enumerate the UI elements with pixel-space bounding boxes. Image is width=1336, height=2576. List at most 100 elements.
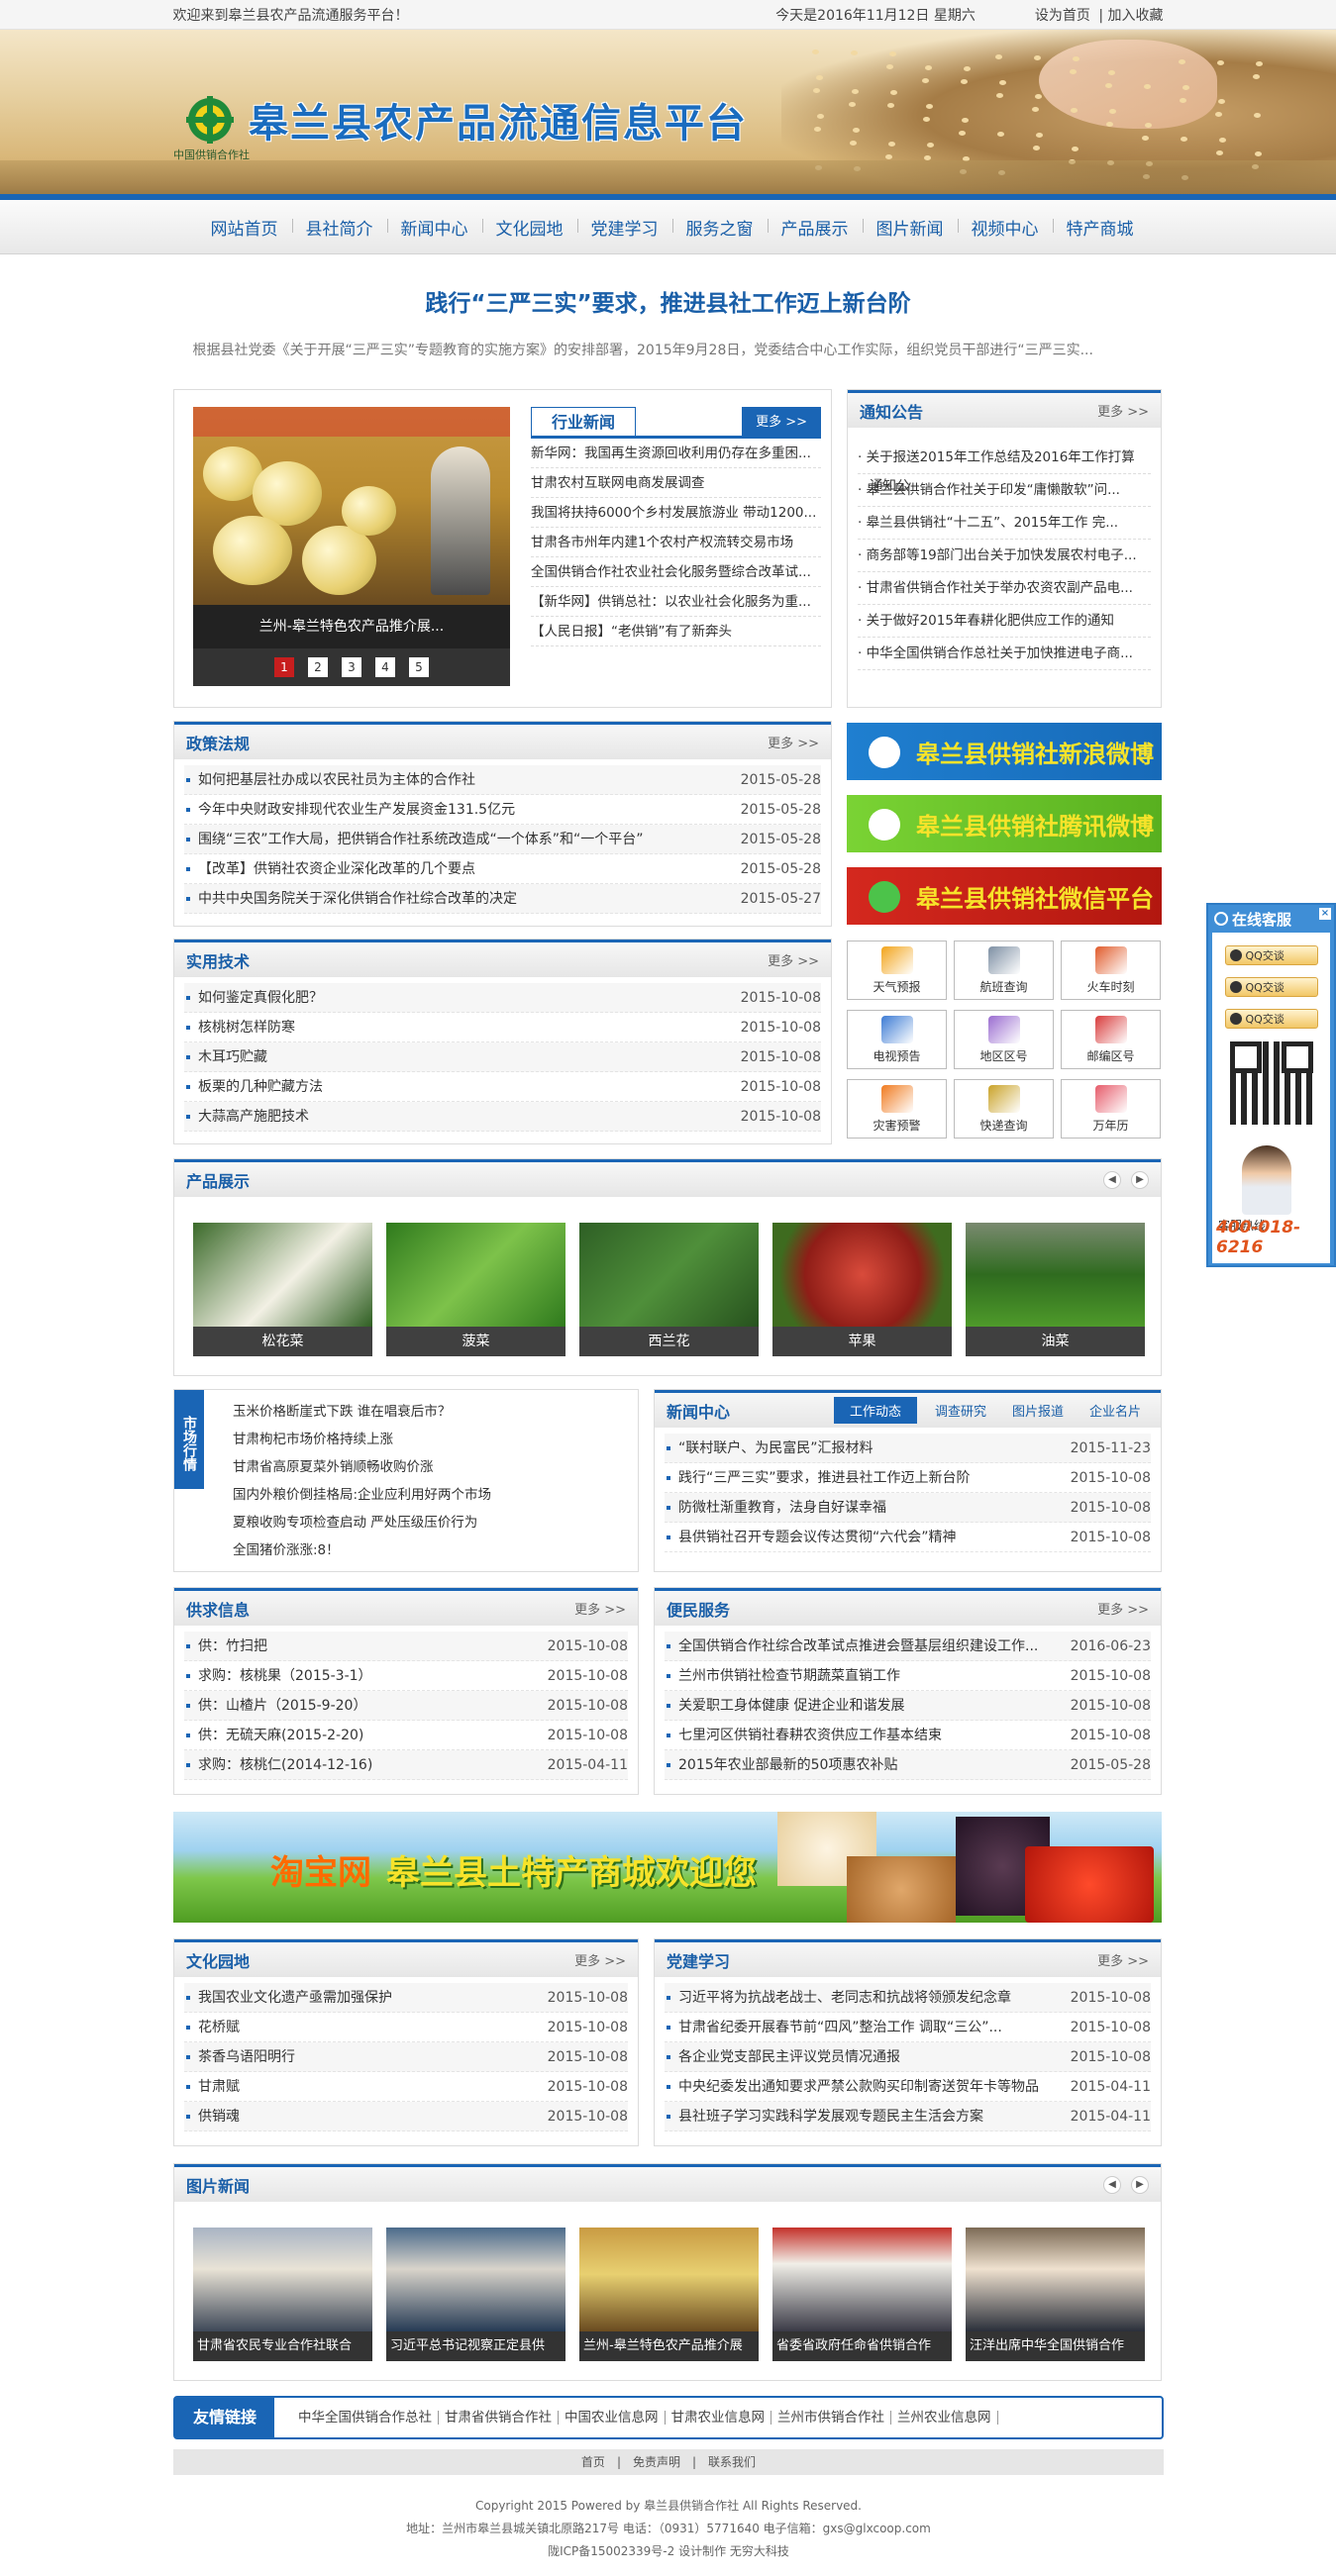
tool-6[interactable]: 灾害预警 [847, 1079, 947, 1139]
close-icon[interactable]: × [1319, 908, 1331, 920]
list-item[interactable]: 今年中央财政安排现代农业生产发展资金131.5亿元 2015-05-28 [184, 795, 821, 825]
culture-more[interactable]: 更多 >> [574, 1950, 626, 1969]
list-item[interactable]: 茶香乌语阳明行 2015-10-08 [184, 2042, 628, 2072]
list-item[interactable]: 全国供销合作社综合改革试点推进会暨基层组织建设工作... 2016-06-23 [665, 1632, 1151, 1661]
industry-news-item[interactable]: 【人民日报】“老供销”有了新奔头 [531, 617, 821, 646]
product-image[interactable] [966, 1223, 1145, 1327]
industry-news-more[interactable]: 更多 >> [742, 407, 821, 436]
news-center-tab-1[interactable]: 调查研究 [927, 1401, 994, 1420]
policy-more[interactable]: 更多 >> [768, 733, 819, 751]
product-image[interactable] [386, 1223, 565, 1327]
product-item[interactable]: 菠菜 [386, 1223, 565, 1356]
photo-next-icon[interactable]: ▶ [1131, 2175, 1149, 2194]
list-item[interactable]: 践行“三严三实”要求，推进县社工作迈上新台阶 2015-10-08 [665, 1463, 1151, 1493]
product-item[interactable]: 油菜 [966, 1223, 1145, 1356]
list-item[interactable]: 供：竹扫把 2015-10-08 [184, 1632, 628, 1661]
notice-item[interactable]: · 关于报送2015年工作总结及2016年工作打算 [858, 442, 1151, 474]
photo-news-image[interactable] [772, 2228, 952, 2331]
product-item[interactable]: 西兰花 [579, 1223, 759, 1356]
add-favorite-link[interactable]: 加入收藏 [1108, 8, 1164, 24]
photo-news-item[interactable]: 习近平总书记视察正定县供 [386, 2228, 565, 2361]
tencent-weibo-banner[interactable]: 皋兰县供销社腾讯微博 [847, 795, 1162, 852]
footer-link[interactable]: 联系我们 [702, 2455, 762, 2469]
list-item[interactable]: 【改革】供销社农资企业深化改革的几个要点 2015-05-28 [184, 854, 821, 884]
list-item[interactable]: “联村联户、为民富民”汇报材料 2015-11-23 [665, 1434, 1151, 1463]
nav-item-4[interactable]: 党建学习 [576, 215, 672, 240]
tool-1[interactable]: 航班查询 [954, 941, 1054, 1000]
list-item[interactable]: 甘肃赋 2015-10-08 [184, 2072, 628, 2102]
notice-item[interactable]: · 皋兰县供销社“十二五”、2015年工作 完... [858, 507, 1151, 540]
tool-3[interactable]: 电视预告 [847, 1010, 947, 1069]
market-item[interactable]: 夏粮收购专项检查启动 严处压级压价行为 [219, 1509, 628, 1536]
service-more[interactable]: 更多 >> [1097, 1599, 1149, 1618]
photo-prev-icon[interactable]: ◀ [1103, 2175, 1121, 2194]
slideshow[interactable]: 兰州-皋兰特色农产品推介展... 12345 [193, 407, 510, 686]
party-more[interactable]: 更多 >> [1097, 1950, 1149, 1969]
wechat-banner[interactable]: 皋兰县供销社微信平台 [847, 867, 1162, 925]
qq-chat-button[interactable]: QQ交谈 [1212, 1006, 1330, 1032]
nav-item-6[interactable]: 产品展示 [767, 215, 863, 240]
nav-item-0[interactable]: 网站首页 [197, 215, 292, 240]
list-item[interactable]: 中央纪委发出通知要求严禁公款购买印制寄送贺年卡等物品 2015-04-11 [665, 2072, 1151, 2102]
nav-item-8[interactable]: 视频中心 [957, 215, 1053, 240]
slideshow-image[interactable] [193, 407, 510, 605]
nav-item-9[interactable]: 特产商城 [1052, 215, 1148, 240]
tool-7[interactable]: 快递查询 [954, 1079, 1054, 1139]
news-center-tab-0[interactable]: 工作动态 [833, 1397, 917, 1424]
list-item[interactable]: 木耳巧贮藏 2015-10-08 [184, 1042, 821, 1072]
photo-news-item[interactable]: 汪洋出席中华全国供销合作 [966, 2228, 1145, 2361]
industry-news-item[interactable]: 全国供销合作社农业社会化服务暨综合改革试... [531, 557, 821, 587]
list-item[interactable]: 关爱职工身体健康 促进企业和谐发展 2015-10-08 [665, 1691, 1151, 1721]
tool-4[interactable]: 地区区号 [954, 1010, 1054, 1069]
list-item[interactable]: 如何鉴定真假化肥？ 2015-10-08 [184, 983, 821, 1013]
product-prev-icon[interactable]: ◀ [1103, 1170, 1121, 1189]
list-item[interactable]: 核桃树怎样防寒 2015-10-08 [184, 1013, 821, 1042]
headline-title[interactable]: 践行“三严三实”要求，推进县社工作迈上新台阶 [173, 284, 1164, 318]
slide-page-5[interactable]: 5 [409, 657, 429, 677]
market-item[interactable]: 甘肃省高原夏菜外销顺畅收购价涨 [219, 1453, 628, 1481]
slide-page-4[interactable]: 4 [375, 657, 395, 677]
market-item[interactable]: 甘肃枸杞市场价格持续上涨 [219, 1426, 628, 1453]
site-logo[interactable]: 皋兰县农产品流通信息平台 [183, 91, 748, 149]
footer-link[interactable]: 首页 [575, 2455, 611, 2469]
list-item[interactable]: 甘肃省纪委开展春节前“四风”整治工作 调取“三公”... 2015-10-08 [665, 2013, 1151, 2042]
tool-8[interactable]: 万年历 [1061, 1079, 1161, 1139]
product-image[interactable] [579, 1223, 759, 1327]
product-image[interactable] [193, 1223, 372, 1327]
product-item[interactable]: 松花菜 [193, 1223, 372, 1356]
notice-more[interactable]: 更多 >> [1097, 401, 1149, 420]
industry-news-tab[interactable]: 行业新闻 [531, 407, 636, 436]
tool-5[interactable]: 邮编区号 [1061, 1010, 1161, 1069]
photo-news-image[interactable] [579, 2228, 759, 2331]
list-item[interactable]: 大蒜高产施肥技术 2015-10-08 [184, 1102, 821, 1132]
notice-item[interactable]: · 关于做好2015年春耕化肥供应工作的通知 [858, 605, 1151, 638]
list-item[interactable]: 求购：核桃果（2015-3-1） 2015-10-08 [184, 1661, 628, 1691]
photo-news-item[interactable]: 兰州-皋兰特色农产品推介展 [579, 2228, 759, 2361]
list-item[interactable]: 七里河区供销社春耕农资供应工作基本结束 2015-10-08 [665, 1721, 1151, 1750]
list-item[interactable]: 如何把基层社办成以农民社员为主体的合作社 2015-05-28 [184, 765, 821, 795]
supply-more[interactable]: 更多 >> [574, 1599, 626, 1618]
set-home-link[interactable]: 设为首页 [1035, 8, 1090, 24]
photo-news-image[interactable] [386, 2228, 565, 2331]
list-item[interactable]: 供：无硫天麻(2015-2-20) 2015-10-08 [184, 1721, 628, 1750]
list-item[interactable]: 各企业党支部民主评议党员情况通报 2015-10-08 [665, 2042, 1151, 2072]
friend-link[interactable]: 中国农业信息网 [559, 2411, 666, 2425]
nav-item-3[interactable]: 文化园地 [481, 215, 577, 240]
product-item[interactable]: 苹果 [772, 1223, 952, 1356]
sina-weibo-banner[interactable]: 皋兰县供销社新浪微博 [847, 723, 1162, 780]
industry-news-item[interactable]: 我国将扶持6000个乡村发展旅游业 带动1200... [531, 498, 821, 528]
list-item[interactable]: 防微杜渐重教育，法身自好谋幸福 2015-10-08 [665, 1493, 1151, 1523]
market-item[interactable]: 玉米价格断崖式下跌 谁在唱衰后市？ [219, 1398, 628, 1426]
list-item[interactable]: 县供销社召开专题会议传达贯彻“六代会”精神 2015-10-08 [665, 1523, 1151, 1552]
market-item[interactable]: 国内外粮价倒挂格局:企业应利用好两个市场 [219, 1481, 628, 1509]
photo-news-item[interactable]: 甘肃省农民专业合作社联合 [193, 2228, 372, 2361]
list-item[interactable]: 兰州市供销社检查节期蔬菜直销工作 2015-10-08 [665, 1661, 1151, 1691]
slide-page-1[interactable]: 1 [274, 657, 294, 677]
friend-link[interactable]: 甘肃农业信息网 [666, 2411, 772, 2425]
list-item[interactable]: 供：山楂片（2015-9-20） 2015-10-08 [184, 1691, 628, 1721]
tool-0[interactable]: 天气预报 [847, 941, 947, 1000]
friend-link[interactable]: 兰州农业信息网 [891, 2411, 998, 2425]
friend-link[interactable]: 中华全国供销合作总社 [292, 2411, 440, 2425]
slide-page-3[interactable]: 3 [342, 657, 361, 677]
list-item[interactable]: 中共中央国务院关于深化供销合作社综合改革的决定 2015-05-27 [184, 884, 821, 914]
